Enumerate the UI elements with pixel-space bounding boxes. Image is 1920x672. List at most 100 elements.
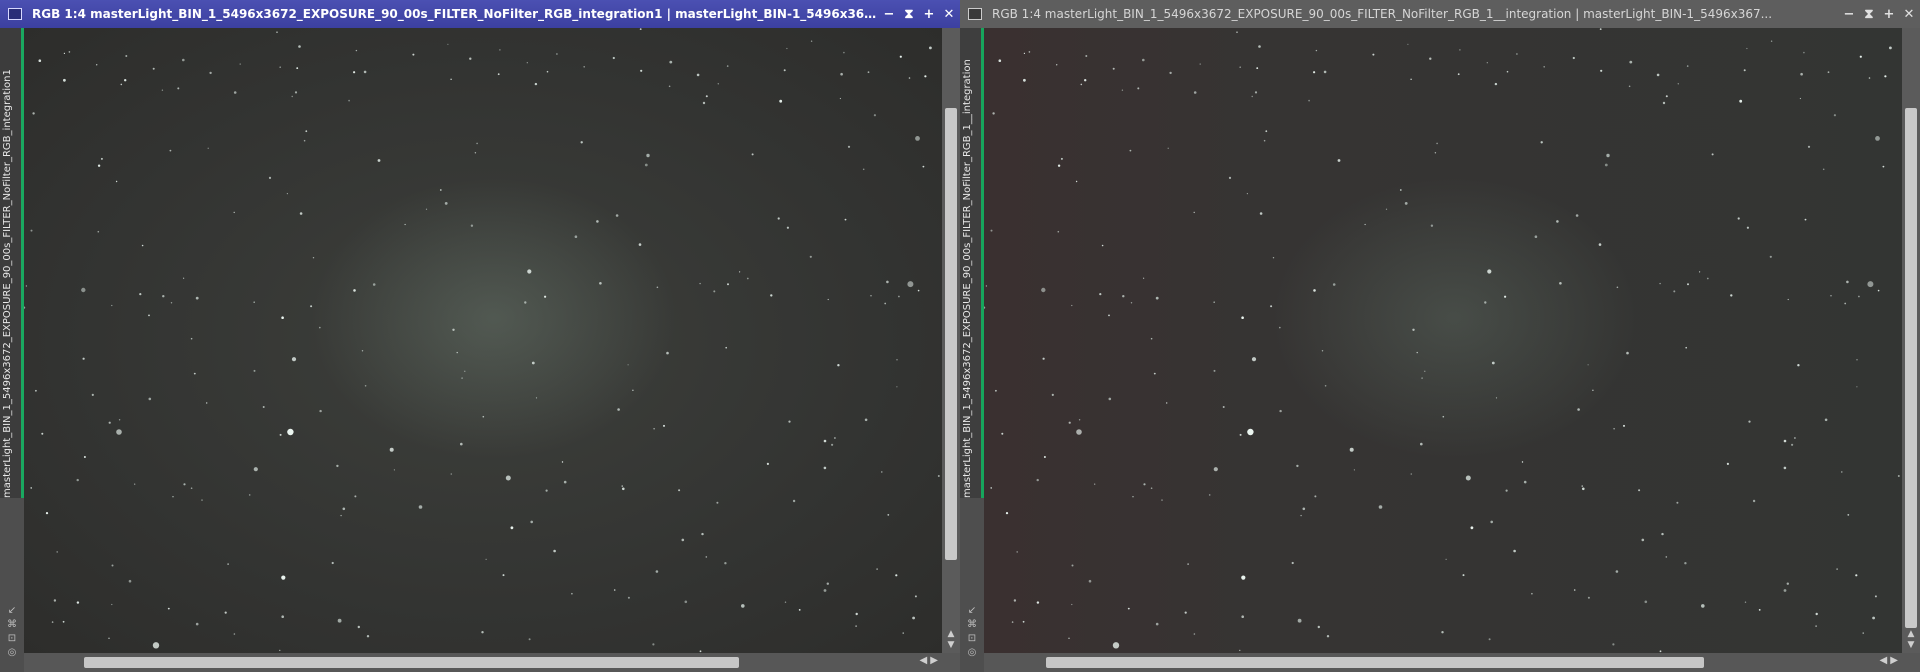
vertical-scrollbar-left[interactable]: ▲ ▼ [942, 28, 960, 653]
star [425, 208, 428, 210]
star [666, 351, 669, 355]
star [296, 67, 299, 69]
mask-icon[interactable]: ⊡ [8, 633, 16, 644]
maximize-button[interactable]: + [920, 5, 938, 23]
star [1516, 53, 1518, 55]
star [870, 295, 872, 297]
star [1101, 244, 1104, 247]
star [1429, 57, 1432, 60]
star [1372, 53, 1375, 56]
star [1080, 83, 1083, 86]
star [1241, 615, 1244, 618]
star [1612, 643, 1615, 646]
window-icon[interactable] [968, 8, 982, 20]
minimize-button[interactable]: − [880, 5, 898, 23]
star [1241, 316, 1244, 320]
star [1531, 592, 1533, 595]
shade-button[interactable]: ⧗ [1860, 5, 1878, 23]
minimize-button[interactable]: − [1840, 5, 1858, 23]
star [1882, 165, 1885, 168]
link-icon[interactable]: ⌘ [967, 619, 977, 630]
star [1321, 350, 1324, 352]
star [1129, 149, 1132, 152]
scroll-arrows-vertical[interactable]: ▲ ▼ [1902, 629, 1920, 651]
vertical-scroll-thumb[interactable] [945, 108, 957, 560]
horizontal-scrollbar-left[interactable]: ◀ ▶ [24, 653, 942, 672]
close-button[interactable]: ✕ [1900, 5, 1918, 23]
image-canvas-right[interactable] [984, 28, 1902, 653]
image-window-left[interactable]: RGB 1:4 masterLight_BIN_1_5496x3672_EXPO… [0, 0, 960, 672]
horizontal-scroll-thumb[interactable] [1046, 657, 1704, 668]
vertical-scrollbar-right[interactable]: ▲ ▼ [1902, 28, 1920, 653]
star [1332, 283, 1336, 286]
view-identifier-tab[interactable]: masterLight_BIN_1_5496x3672_EXPOSURE_90_… [0, 28, 24, 498]
star [1699, 271, 1701, 273]
arrow-icon[interactable]: ↙ [8, 605, 16, 616]
vertical-scroll-thumb[interactable] [1905, 108, 1917, 628]
star [305, 130, 308, 133]
star [1213, 369, 1216, 372]
star [1604, 163, 1608, 167]
star [1758, 609, 1761, 611]
scroll-arrows-horizontal[interactable]: ◀ ▶ [1879, 655, 1898, 666]
link-icon[interactable]: ⌘ [7, 619, 17, 630]
star [725, 346, 727, 349]
maximize-button[interactable]: + [1880, 5, 1898, 23]
star [1824, 418, 1828, 422]
image-window-right[interactable]: RGB 1:4 masterLight_BIN_1_5496x3672_EXPO… [960, 0, 1920, 672]
star [224, 611, 227, 614]
star [530, 520, 533, 524]
star [177, 87, 180, 90]
window-titlebar-right[interactable]: RGB 1:4 masterLight_BIN_1_5496x3672_EXPO… [960, 0, 1920, 28]
star [1247, 428, 1254, 436]
star [1677, 83, 1679, 85]
horizontal-scrollbar-right[interactable]: ◀ ▶ [984, 653, 1902, 672]
star [724, 562, 727, 565]
star [535, 397, 538, 399]
star [1770, 40, 1773, 42]
star-field [984, 28, 1900, 653]
star [312, 257, 315, 259]
star [450, 473, 453, 475]
star [798, 609, 801, 611]
star [393, 469, 395, 471]
close-button[interactable]: ✕ [940, 5, 958, 23]
star [1877, 289, 1880, 292]
star [1815, 612, 1818, 616]
star [111, 304, 113, 307]
star [1022, 620, 1025, 623]
window-titlebar-left[interactable]: RGB 1:4 masterLight_BIN_1_5496x3672_EXPO… [0, 0, 960, 28]
target-icon[interactable]: ◎ [8, 647, 17, 658]
star [76, 478, 79, 482]
star [1056, 64, 1058, 66]
star [96, 64, 98, 66]
star [1297, 618, 1302, 623]
star [227, 563, 229, 565]
scroll-arrows-vertical[interactable]: ▲ ▼ [942, 629, 960, 651]
horizontal-scroll-thumb[interactable] [84, 657, 739, 668]
view-identifier-tab[interactable]: masterLight_BIN_1_5496x3672_EXPOSURE_90_… [960, 28, 984, 498]
star [253, 301, 255, 304]
star [1416, 351, 1418, 354]
star [1616, 286, 1619, 289]
star [646, 153, 650, 158]
scroll-arrows-horizontal[interactable]: ◀ ▶ [919, 655, 938, 666]
image-canvas-left[interactable] [24, 28, 942, 653]
target-icon[interactable]: ◎ [968, 647, 977, 658]
star [1410, 78, 1412, 80]
shade-button[interactable]: ⧗ [900, 5, 918, 23]
star [32, 112, 35, 115]
star [1308, 99, 1310, 102]
star [917, 289, 920, 292]
star [1872, 616, 1875, 620]
star [1167, 147, 1169, 149]
star [655, 570, 659, 573]
arrow-icon[interactable]: ↙ [968, 605, 976, 616]
star [1184, 611, 1187, 614]
window-icon[interactable] [8, 8, 22, 20]
star [1599, 28, 1602, 30]
star [485, 558, 487, 561]
star [779, 99, 783, 103]
mask-icon[interactable]: ⊡ [968, 633, 976, 644]
star [534, 82, 538, 86]
